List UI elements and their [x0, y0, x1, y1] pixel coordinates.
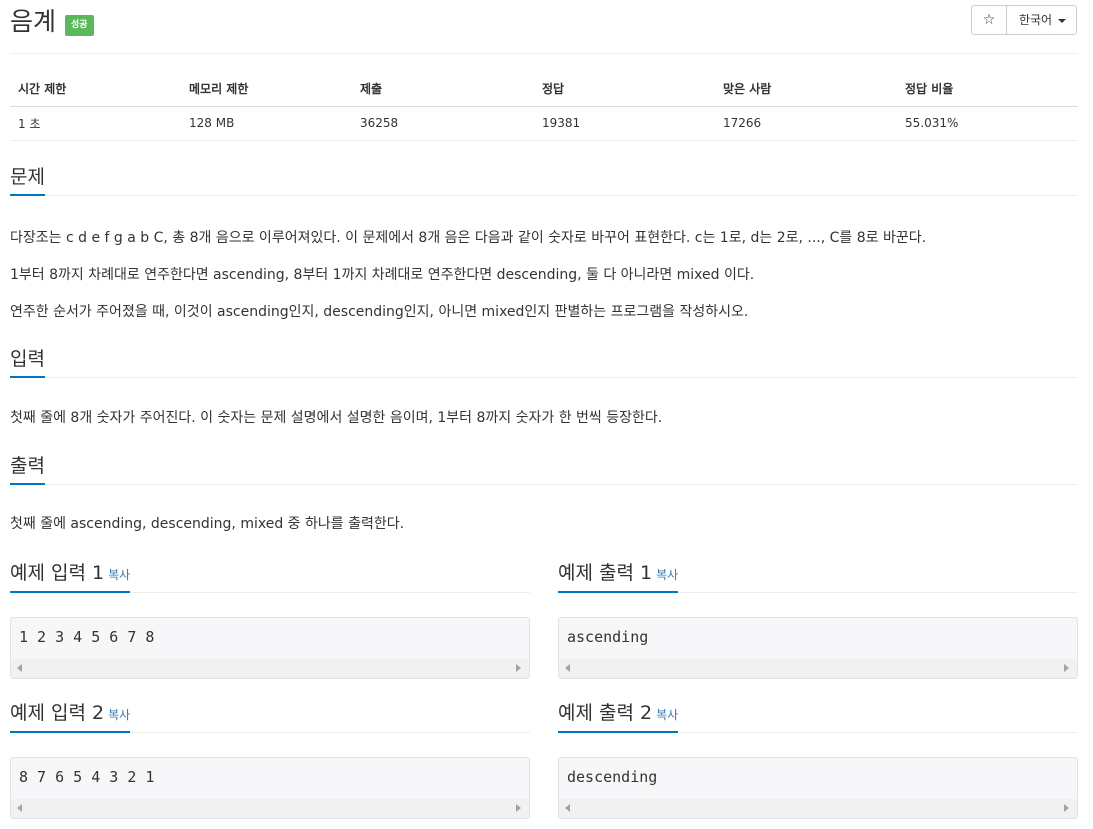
sample-input-1-content: 1 2 3 4 5 6 7 8: [19, 628, 155, 646]
scroll-left-arrow-icon[interactable]: [565, 664, 570, 672]
sample-output-1-title: 예제 출력 1: [558, 562, 653, 584]
ratio-value: 55.031%: [897, 106, 1078, 141]
problem-section-header: 문제: [10, 166, 1078, 196]
scroll-right-arrow-icon[interactable]: [1064, 804, 1069, 812]
scroll-right-arrow-icon[interactable]: [516, 664, 521, 672]
output-paragraph: 첫째 줄에 ascending, descending, mixed 중 하나를…: [10, 516, 405, 532]
header-actions: ☆ 한국어: [971, 5, 1077, 35]
copy-sample-output-2-button[interactable]: 복사: [656, 708, 678, 722]
column-header-submissions: 제출: [352, 72, 534, 107]
problem-paragraph: 연주한 순서가 주어졌을 때, 이것이 ascending인지, descend…: [10, 304, 749, 320]
time-limit-value: 1 초: [10, 106, 181, 141]
problem-paragraph: 다장조는 c d e f g a b C, 총 8개 음으로 이루어져있다. 이…: [10, 230, 927, 246]
caret-down-icon: [1058, 18, 1067, 23]
problem-info-table: 시간 제한 메모리 제한 제출 정답 맞은 사람 정답 비율 1 초 128 M…: [10, 72, 1078, 141]
sample-output-2-title-group: 예제 출력 2 복사: [558, 698, 679, 733]
column-header-solvers: 맞은 사람: [715, 72, 897, 107]
header-divider: [10, 53, 1078, 54]
sample-input-2-title-group: 예제 입력 2 복사: [10, 698, 131, 733]
horizontal-scrollbar[interactable]: [11, 659, 529, 678]
table-header-row: 시간 제한 메모리 제한 제출 정답 맞은 사람 정답 비율: [10, 72, 1078, 107]
scroll-right-arrow-icon[interactable]: [1064, 664, 1069, 672]
submissions-value: 36258: [352, 106, 534, 141]
output-heading: 출력: [10, 455, 45, 485]
sample-output-2-box[interactable]: descending: [558, 757, 1078, 819]
problem-heading: 문제: [10, 166, 45, 196]
page-title: 음계: [10, 7, 57, 36]
column-header-memory-limit: 메모리 제한: [181, 72, 352, 107]
input-section-header: 입력: [10, 348, 1078, 378]
status-badge: 성공: [65, 15, 94, 36]
sample-input-1-box[interactable]: 1 2 3 4 5 6 7 8: [10, 617, 530, 679]
input-heading: 입력: [10, 348, 45, 378]
sample-output-2-content: descending: [567, 768, 658, 786]
sample-input-2-box[interactable]: 8 7 6 5 4 3 2 1: [10, 757, 530, 819]
language-dropdown[interactable]: 한국어: [1006, 5, 1077, 35]
column-header-accepted: 정답: [534, 72, 715, 107]
table-row: 1 초 128 MB 36258 19381 17266 55.031%: [10, 106, 1078, 141]
scroll-left-arrow-icon[interactable]: [17, 804, 22, 812]
horizontal-scrollbar[interactable]: [559, 659, 1077, 678]
column-header-time-limit: 시간 제한: [10, 72, 181, 107]
sample-input-1-title-group: 예제 입력 1 복사: [10, 558, 131, 593]
scroll-right-arrow-icon[interactable]: [516, 804, 521, 812]
horizontal-scrollbar[interactable]: [11, 799, 529, 818]
problem-paragraph: 1부터 8까지 차례대로 연주한다면 ascending, 8부터 1까지 차례…: [10, 267, 755, 283]
sample-output-1-box[interactable]: ascending: [558, 617, 1078, 679]
input-paragraph: 첫째 줄에 8개 숫자가 주어진다. 이 숫자는 문제 설명에서 설명한 음이며…: [10, 410, 663, 426]
star-icon: ☆: [982, 12, 996, 28]
scroll-left-arrow-icon[interactable]: [17, 664, 22, 672]
copy-sample-output-1-button[interactable]: 복사: [656, 568, 678, 582]
output-section-header: 출력: [10, 455, 1078, 485]
horizontal-scrollbar[interactable]: [559, 799, 1077, 818]
sample-output-2-header: 예제 출력 2 복사: [558, 698, 1078, 733]
sample-output-1-content: ascending: [567, 628, 649, 646]
copy-sample-input-1-button[interactable]: 복사: [108, 568, 130, 582]
memory-limit-value: 128 MB: [181, 106, 352, 141]
sample-output-1-header: 예제 출력 1 복사: [558, 558, 1078, 593]
sample-input-1-header: 예제 입력 1 복사: [10, 558, 530, 593]
accepted-value: 19381: [534, 106, 715, 141]
sample-input-2-title: 예제 입력 2: [10, 702, 105, 724]
sample-output-1-title-group: 예제 출력 1 복사: [558, 558, 679, 593]
sample-input-2-header: 예제 입력 2 복사: [10, 698, 530, 733]
sample-input-1-title: 예제 입력 1: [10, 562, 105, 584]
star-button[interactable]: ☆: [971, 5, 1007, 35]
sample-input-2-content: 8 7 6 5 4 3 2 1: [19, 768, 155, 786]
sample-output-2-title: 예제 출력 2: [558, 702, 653, 724]
language-label: 한국어: [1018, 13, 1053, 27]
column-header-ratio: 정답 비율: [897, 72, 1078, 107]
solvers-value: 17266: [715, 106, 897, 141]
scroll-left-arrow-icon[interactable]: [565, 804, 570, 812]
copy-sample-input-2-button[interactable]: 복사: [108, 708, 130, 722]
